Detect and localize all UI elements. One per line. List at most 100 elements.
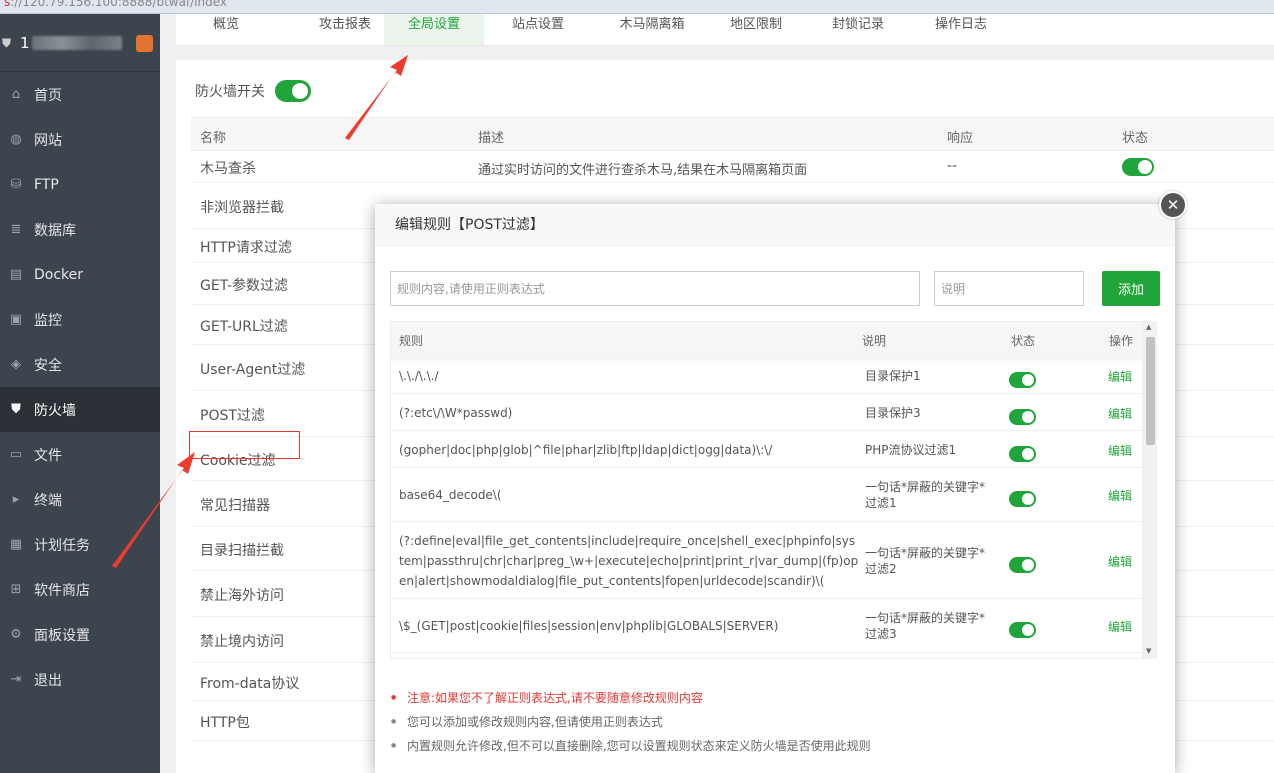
rule-status-toggle[interactable] (1009, 446, 1036, 462)
sidebar-item-home[interactable]: ⌂ 首页 (0, 72, 160, 117)
sidebar-item-label: 退出 (34, 672, 62, 689)
rule-pattern: \$_(GET|post|cookie|files|session|env|ph… (399, 619, 779, 633)
rule-edit-link[interactable]: 编辑 (1108, 442, 1132, 459)
warning-note: 注意:如果您不了解正则表达式,请不要随意修改规则内容 (391, 690, 871, 714)
globe-icon: ◍ (10, 132, 22, 147)
rule-row: (?:etc\/\W*passwd) 目录保护3 编辑 (391, 394, 1142, 431)
home-icon: ⌂ (11, 87, 21, 102)
sidebar-item-label: 监控 (34, 312, 62, 329)
firewall-row-name: User-Agent过滤 (200, 362, 306, 378)
tab-5[interactable]: 地区限制 (696, 14, 816, 45)
rule-status-toggle[interactable] (1009, 491, 1036, 507)
firewall-row-name: From-data协议 (200, 676, 300, 692)
sidebar-item-folder[interactable]: ▭ 文件 (0, 432, 160, 477)
rule-row: (?:define|eval|file_get_contents|include… (391, 522, 1142, 599)
rule-edit-link[interactable]: 编辑 (1108, 368, 1132, 385)
rule-status-toggle[interactable] (1009, 372, 1036, 388)
security-icon: ◈ (11, 357, 21, 372)
sidebar-item-security[interactable]: ◈ 安全 (0, 342, 160, 387)
monitor-icon: ▣ (9, 312, 23, 327)
sidebar-item-docker[interactable]: ▤ Docker (0, 252, 160, 297)
rule-status-toggle[interactable] (1009, 557, 1036, 573)
sidebar-item-firewall[interactable]: ⛊ 防火墙 (0, 387, 160, 432)
sidebar: ⛊ 1 ⌂ 首页 ◍ 网站 ⛁ FTP ≣ 数据库 ▤ Docker ▣ 监控 ◈ 安全 ⛊ 防火墙 ▭ 文件 ▸ 终… (0, 14, 160, 773)
rule-desc: 目录保护3 (865, 406, 921, 420)
rule-edit-link[interactable]: 编辑 (1108, 487, 1132, 504)
rule-status-toggle[interactable] (1009, 622, 1036, 638)
sidebar-item-label: 首页 (34, 87, 62, 104)
firewall-row-desc: 通过实时访问的文件进行查杀木马,结果在木马隔离箱页面 (478, 163, 808, 178)
tab-7[interactable]: 操作日志 (906, 14, 1016, 45)
sidebar-item-monitor[interactable]: ▣ 监控 (0, 297, 160, 342)
rule-desc: 一句话*屏蔽的关键字*过滤1 (865, 480, 986, 510)
post-filter-highlight-box (189, 431, 300, 459)
sidebar-item-gear[interactable]: ⚙ 面板设置 (0, 612, 160, 657)
notification-badge[interactable] (136, 35, 153, 52)
firewall-table-header: 名称 描述 响应 状态 (191, 117, 1274, 151)
tab-0[interactable]: 概览 (176, 14, 276, 45)
rule-edit-link[interactable]: 编辑 (1108, 553, 1132, 570)
sidebar-item-label: 终端 (34, 492, 62, 509)
sidebar-item-calendar[interactable]: ▦ 计划任务 (0, 522, 160, 567)
scroll-down-icon[interactable]: ▼ (1146, 647, 1151, 655)
firewall-row-name: 常见扫描器 (200, 498, 270, 514)
gear-icon: ⚙ (10, 627, 22, 642)
col-rule-action: 操作 (1109, 334, 1134, 348)
col-desc: 描述 (478, 131, 505, 146)
firewall-row-name: 非浏览器拦截 (200, 200, 284, 216)
sidebar-header: ⛊ 1 (0, 14, 160, 72)
sidebar-item-terminal[interactable]: ▸ 终端 (0, 477, 160, 522)
info-note: 内置规则允许修改,但不可以直接删除,您可以设置规则状态来定义防火墙是否使用此规则 (391, 738, 871, 762)
rule-pattern: (?:etc\/\W*passwd) (399, 406, 513, 420)
firewall-row-name: GET-URL过滤 (200, 319, 288, 335)
sidebar-item-database[interactable]: ≣ 数据库 (0, 207, 160, 252)
col-resp: 响应 (947, 131, 974, 146)
rule-row: \.\./\.\./ 目录保护1 编辑 (391, 358, 1142, 394)
terminal-icon: ▸ (12, 492, 20, 507)
firewall-row-name: GET-参数过滤 (200, 278, 289, 294)
rule-desc: 一句话*屏蔽的关键字*过滤3 (865, 611, 986, 641)
shield-icon: ⛊ (2, 36, 12, 50)
sidebar-item-logout[interactable]: ⇥ 退出 (0, 657, 160, 702)
col-rule: 规则 (399, 334, 424, 348)
tab-2[interactable]: 全局设置 (384, 14, 484, 45)
sidebar-item-apps[interactable]: ⊞ 软件商店 (0, 567, 160, 612)
sidebar-item-label: 网站 (34, 132, 62, 149)
rule-content-input[interactable] (390, 271, 920, 306)
rule-edit-link[interactable]: 编辑 (1108, 618, 1132, 635)
rule-status-toggle[interactable] (1009, 409, 1036, 425)
apps-icon: ⊞ (10, 582, 22, 597)
rules-table: 规则 说明 状态 操作 \.\./\.\./目录保护1 编辑 (?:etc\/\W*… (390, 321, 1143, 659)
rule-row: \$_(GET|post|cookie|files|session|env|ph… (391, 599, 1142, 653)
firewall-row-name: POST过滤 (200, 408, 265, 424)
add-rule-button[interactable]: 添加 (1102, 271, 1160, 306)
tab-4[interactable]: 木马隔离箱 (592, 14, 712, 45)
tab-3[interactable]: 站点设置 (488, 14, 588, 45)
rule-row: (gopher|doc|php|glob|^file|phar|zlib|ftp… (391, 431, 1142, 468)
firewall-rules-table: 名称 描述 响应 状态 木马查杀 通过实时访问的文件进行查杀木马,结果在木马隔离箱… (191, 117, 1274, 741)
close-icon: ✕ (1161, 193, 1185, 217)
sidebar-item-ftp[interactable]: ⛁ FTP (0, 162, 160, 207)
firewall-row-name: 禁止海外访问 (200, 588, 284, 604)
url-text: s://120.79.156.100:8888/btwaf/index (4, 0, 228, 9)
firewall-row-resp: -- (947, 158, 958, 174)
firewall-row-toggle[interactable] (1122, 158, 1154, 176)
firewall-icon: ⛊ (11, 402, 21, 417)
edit-rule-modal: 编辑规则【POST过滤】 ✕ 添加 规则 说明 状态 操作 \.\./\.\./… (375, 191, 1187, 773)
tab-6[interactable]: 封锁记录 (802, 14, 914, 45)
scroll-up-icon[interactable]: ▲ (1146, 323, 1151, 331)
sidebar-item-globe[interactable]: ◍ 网站 (0, 117, 160, 162)
rule-desc: 一句话*屏蔽的关键字*过滤2 (865, 546, 986, 576)
calendar-icon: ▦ (9, 537, 23, 552)
close-button[interactable]: ✕ (1159, 191, 1187, 219)
rules-scrollbar[interactable]: ▲ ▼ (1143, 321, 1157, 659)
rule-edit-link[interactable]: 编辑 (1108, 405, 1132, 422)
browser-url-bar[interactable]: s://120.79.156.100:8888/btwaf/index (0, 0, 1274, 14)
sidebar-item-label: 计划任务 (34, 537, 90, 554)
sidebar-item-label: 面板设置 (34, 627, 90, 644)
rule-desc-input[interactable] (934, 271, 1084, 306)
scroll-thumb[interactable] (1146, 337, 1155, 445)
firewall-row-name: 木马查杀 (200, 161, 256, 177)
firewall-switch-toggle[interactable] (275, 80, 311, 102)
sidebar-item-label: 软件商店 (34, 582, 90, 599)
